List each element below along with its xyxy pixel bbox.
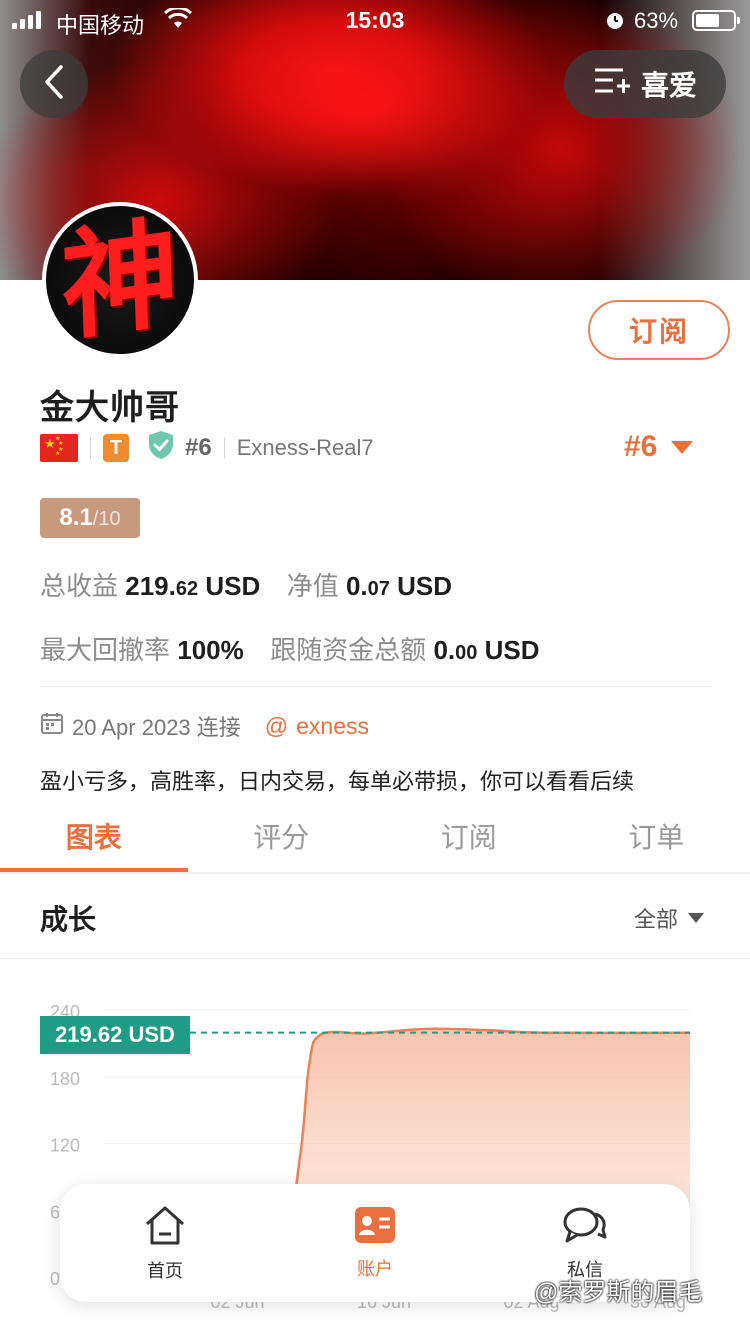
divider [223,437,225,459]
range-filter[interactable]: 全部 [634,902,705,934]
total-profit-label: 总收益 [40,571,119,601]
tab-subscribe[interactable]: 订阅 [375,800,563,872]
caret-down-icon [688,913,705,923]
equity-label: 净值 [286,571,339,601]
follow-funds-value: 0.00 USD [433,635,540,665]
chat-bubbles-icon [562,1205,608,1250]
max-drawdown-label: 最大回撤率 [40,635,171,665]
y-tick-label: 0 [50,1269,60,1289]
rank-dropdown[interactable]: #6 [624,430,694,464]
username: 金大帅哥 [40,389,180,427]
tab-bar: 图表 评分 订阅 订单 [0,800,750,872]
equity-value: 0.07 USD [345,571,453,601]
calendar-icon [40,711,64,741]
stats-row-2: 最大回撤率 100% 跟随资金总额 0.00 USD [40,630,540,667]
account-card-icon [354,1206,396,1249]
y-tick-label: 120 [50,1136,80,1156]
tab-rating[interactable]: 评分 [188,800,376,872]
total-profit-value: 219.62 USD [125,571,261,601]
tab-orders[interactable]: 订单 [563,800,750,872]
rank-small: #6 [185,434,212,461]
status-bar: 中国移动 15:03 63% [0,0,750,40]
nav-home[interactable]: 首页 [60,1184,270,1302]
nav-account-label: 账户 [357,1258,393,1279]
nav-account[interactable]: 账户 [270,1184,480,1302]
profile-meta-row: ★ ★ ★ ★ ★ T #6 Exness-Real7 [40,430,374,466]
score-value: 8.1 [59,504,93,531]
stats-row-1: 总收益 219.62 USD 净值 0.07 USD [40,566,452,603]
divider [40,686,710,687]
divider [90,437,91,459]
chevron-left-icon [43,64,65,105]
favorite-button[interactable]: 喜爱 [564,50,726,118]
battery-icon [692,10,740,31]
tier-badge: T [103,434,129,462]
tab-chart[interactable]: 图表 [0,800,188,872]
bio-text: 盈小亏多，高胜率，日内交易，每单必带损，你可以看看后续 [40,769,635,794]
broker-tag: exness [296,712,370,739]
favorite-label: 喜爱 [640,70,697,101]
alarm-icon [604,9,626,37]
tabs-border [0,872,750,874]
rank-big: #6 [624,430,658,463]
score-denominator: /10 [92,508,121,530]
battery-percent: 63% [634,8,679,33]
current-value-tag: 219.62 USD [40,1016,190,1054]
section-title: 成长 [40,904,97,935]
divider [0,958,750,959]
y-tick-label: 180 [50,1069,80,1089]
nav-home-label: 首页 [147,1260,183,1281]
follow-funds-label: 跟随资金总额 [270,635,427,665]
join-date: 20 Apr 2023 连接 [72,715,241,740]
back-button[interactable] [20,50,88,118]
list-add-icon [593,66,631,103]
caret-down-icon [671,440,694,454]
avatar-glyph: 神 [59,206,181,354]
join-info: 20 Apr 2023 连接 @ exness [40,710,369,742]
china-flag-icon: ★ ★ ★ ★ ★ [40,434,78,462]
watermark: @索罗斯的眉毛 [534,1279,703,1306]
score-badge: 8.1 /10 [40,498,140,538]
at-icon: @ [264,712,289,739]
verified-shield-icon [147,430,175,466]
filter-label: 全部 [634,907,679,932]
home-icon [143,1204,187,1251]
broker-account: Exness-Real7 [236,435,374,460]
max-drawdown-value: 100% [177,635,244,665]
avatar: 神 [42,202,198,358]
subscribe-button[interactable]: 订阅 [588,300,730,360]
broker-link[interactable]: @ exness [265,713,369,740]
